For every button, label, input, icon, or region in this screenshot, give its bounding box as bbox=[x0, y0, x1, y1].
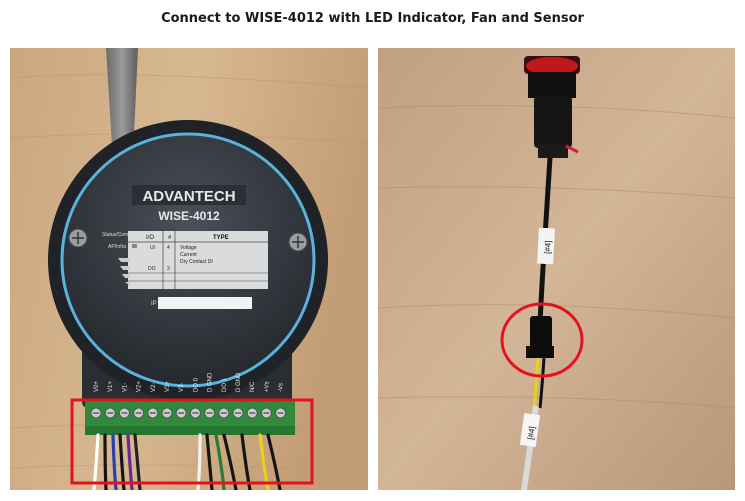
model-label: WISE-4012 bbox=[158, 209, 220, 223]
terminal-label: -Vs bbox=[279, 383, 285, 392]
svg-text:Status/Com: Status/Com bbox=[102, 232, 128, 238]
svg-text:I/O: I/O bbox=[146, 235, 154, 241]
cable-tag-upper: [#4] bbox=[543, 240, 553, 254]
terminal-label: V1- bbox=[122, 383, 128, 392]
terminal-label: DO 1 bbox=[222, 377, 228, 392]
terminal-label: V1+ bbox=[108, 381, 114, 392]
wise-4012-photo: ADVANTECH WISE-4012 I/O # TYPE UI 4 Volt… bbox=[10, 48, 368, 490]
led-indicator-photo: [#4] [#4] bbox=[378, 48, 735, 490]
svg-text:IP: IP bbox=[151, 301, 157, 307]
svg-text:UI: UI bbox=[150, 245, 155, 251]
terminal-label: V3- bbox=[179, 383, 185, 392]
svg-text:AP/Infra: AP/Infra bbox=[108, 244, 126, 250]
terminal-label: +Vs bbox=[264, 381, 270, 392]
svg-text:Current: Current bbox=[180, 252, 197, 258]
terminal-label: V2+ bbox=[137, 381, 143, 392]
terminal-label: V3+ bbox=[165, 381, 171, 392]
brand-logo: ADVANTECH bbox=[142, 188, 235, 205]
terminal-label: D GND bbox=[208, 372, 214, 392]
svg-text:TYPE: TYPE bbox=[213, 235, 229, 241]
terminal-label: V2- bbox=[151, 383, 157, 392]
terminal-label: V0+ bbox=[94, 381, 100, 392]
terminal-label: D GND bbox=[236, 372, 242, 392]
terminal-label: N/C bbox=[250, 381, 256, 392]
cable-tag-lower: [#4] bbox=[526, 426, 537, 440]
page-title: Connect to WISE-4012 with LED Indicator,… bbox=[161, 11, 584, 26]
svg-text:4: 4 bbox=[167, 245, 170, 251]
svg-text:2: 2 bbox=[167, 266, 170, 272]
svg-text:Dry Contact DI: Dry Contact DI bbox=[180, 259, 213, 265]
svg-text:DO: DO bbox=[148, 266, 156, 272]
svg-text:Voltage: Voltage bbox=[180, 245, 197, 251]
terminal-label: DO 0 bbox=[193, 377, 199, 392]
